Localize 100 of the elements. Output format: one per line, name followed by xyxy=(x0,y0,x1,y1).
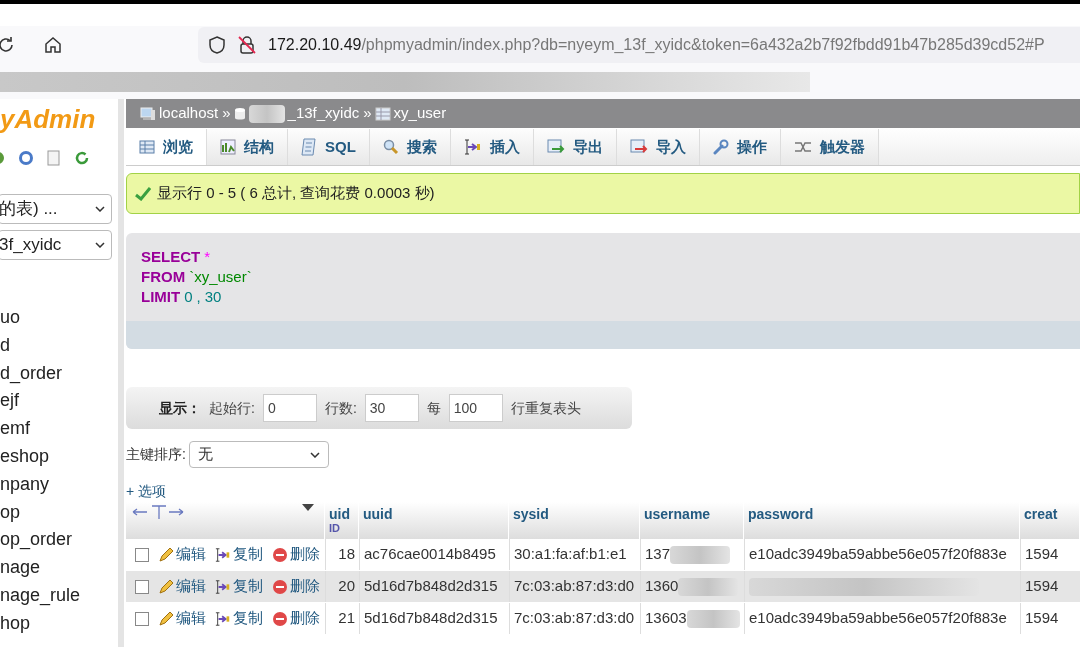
refresh-icon[interactable] xyxy=(74,150,90,166)
table-link[interactable]: emf xyxy=(0,414,30,442)
home-icon[interactable] xyxy=(44,36,62,54)
trigger-icon xyxy=(793,140,812,154)
row-action-link[interactable]: 删除 xyxy=(272,575,320,598)
sql-token: , xyxy=(196,287,201,307)
import-icon xyxy=(629,139,648,155)
options-link[interactable]: + 选项 xyxy=(126,481,167,502)
sql-token: 0 xyxy=(184,287,193,307)
table-link[interactable]: d xyxy=(0,330,10,359)
table-link[interactable]: eshop xyxy=(0,442,50,470)
table-cell-text: ac76cae0014b8495 xyxy=(364,544,496,565)
table-link[interactable]: nage_rule xyxy=(0,580,81,609)
tab[interactable]: 触发器 xyxy=(780,129,879,165)
pencil-icon xyxy=(158,578,174,595)
column-header[interactable]: password xyxy=(748,506,1015,522)
column-header[interactable]: sysid xyxy=(513,506,635,522)
sort-label: 主键排序: xyxy=(126,445,186,464)
dropdown[interactable]: 3f_xyidc xyxy=(0,230,112,260)
wrench-icon xyxy=(712,139,729,155)
table-link[interactable]: npany xyxy=(0,469,50,498)
table-link[interactable]: op_order xyxy=(0,525,73,554)
checkmark-icon xyxy=(135,186,151,201)
table-link[interactable]: d_order xyxy=(0,358,63,387)
column-header[interactable]: creat xyxy=(1024,506,1075,522)
table-cell-text: 13603 xyxy=(645,608,687,629)
dropdown-arrow-icon[interactable] xyxy=(302,504,314,512)
address-bar[interactable]: 172.20.10.49/phpmyadmin/index.php?db=nyeym_13f_xyidc&token=6a432a2b7f92fbdd91b47b285d39cd52#P xyxy=(198,27,1080,63)
column-header[interactable]: uid xyxy=(329,506,354,522)
row-action-link[interactable]: 复制 xyxy=(215,607,263,630)
field-label: 每 xyxy=(426,398,441,418)
row-action-link[interactable]: 复制 xyxy=(215,543,263,566)
chevron-icon xyxy=(95,242,105,248)
scroll-icon xyxy=(301,138,317,156)
dropdown[interactable]: 的表) ... xyxy=(0,194,112,224)
remove-icon xyxy=(272,578,288,595)
insert-icon xyxy=(215,610,231,627)
insert-icon xyxy=(463,139,482,155)
column-header[interactable]: username xyxy=(644,506,739,522)
sql-token: FROM xyxy=(141,267,186,287)
tab[interactable]: 操作 xyxy=(699,129,781,165)
table-link[interactable]: ejf xyxy=(0,386,19,415)
reload-icon[interactable] xyxy=(0,35,16,55)
url-text: 172.20.10.49/phpmyadmin/index.php?db=nyeym_13f_xyidc&token=6a432a2b7f92fbdd91b47b285d39cd52#P xyxy=(268,35,1045,55)
table-cell-text: e10adc3949ba59abbe56e057f20f883e xyxy=(749,544,1007,565)
row-action-link[interactable]: 编辑 xyxy=(158,607,206,630)
table-cell-text: 1594 xyxy=(1025,544,1059,565)
input-field[interactable]: 0 xyxy=(262,394,317,422)
tab[interactable]: 结构 xyxy=(207,129,288,165)
row-action-link[interactable]: 复制 xyxy=(215,575,263,598)
insert-icon xyxy=(215,578,231,595)
remove-icon xyxy=(272,546,288,563)
table-link[interactable]: hop xyxy=(0,608,31,637)
sql-token: SELECT xyxy=(141,247,201,267)
row-checkbox[interactable] xyxy=(135,547,149,562)
tab[interactable]: 插入 xyxy=(450,129,534,165)
server-icon xyxy=(140,106,156,121)
row-action-link[interactable]: 删除 xyxy=(272,543,320,566)
table-cell-text: 1594 xyxy=(1025,608,1059,629)
table-link[interactable]: op xyxy=(0,497,21,526)
table-cell-text: 7c:03:ab:87:d3:d0 xyxy=(514,576,635,597)
table-link[interactable]: nage xyxy=(0,553,41,581)
row-action-link[interactable]: 编辑 xyxy=(158,575,206,598)
column-arrows-icon[interactable] xyxy=(132,504,184,520)
success-message: 显示行 0 - 5 ( 6 总计, 查询花费 0.0003 秒) xyxy=(126,173,1080,214)
tab[interactable]: 浏览 xyxy=(126,129,207,165)
remove-icon xyxy=(272,610,288,627)
export-icon xyxy=(546,139,565,155)
tab[interactable]: 导入 xyxy=(616,129,700,165)
table-cell-text: 7c:03:ab:87:d3:d0 xyxy=(514,608,635,629)
help-icon[interactable] xyxy=(18,150,34,166)
table-link[interactable]: uo xyxy=(0,303,21,331)
tab[interactable]: SQL xyxy=(288,129,370,165)
table-cell-text: 30:a1:fa:af:b1:e1 xyxy=(514,544,627,565)
table-cell-text: 21 xyxy=(338,608,355,629)
input-field[interactable]: 100 xyxy=(448,394,503,422)
tab[interactable]: 导出 xyxy=(533,129,617,165)
row-checkbox[interactable] xyxy=(135,579,149,594)
table-cell-text: 5d16d7b848d2d315 xyxy=(364,576,498,597)
row-action-link[interactable]: 编辑 xyxy=(158,543,206,566)
separator: » xyxy=(363,103,372,124)
tab[interactable]: 搜索 xyxy=(369,129,451,165)
chart-icon xyxy=(220,139,236,155)
table-cell-text: 1360 xyxy=(645,576,679,597)
row-action-link[interactable]: 删除 xyxy=(272,607,320,630)
input-field[interactable]: 30 xyxy=(364,394,419,422)
table-cell-text: 20 xyxy=(338,576,355,597)
search-icon xyxy=(382,139,399,155)
database-icon xyxy=(233,106,246,121)
sql-token: `xy_user` xyxy=(189,267,252,287)
column-comment: ID xyxy=(329,522,341,534)
table-icon xyxy=(374,106,391,121)
shield-icon xyxy=(208,36,226,54)
field-label: 行重复表头 xyxy=(510,398,581,418)
row-checkbox[interactable] xyxy=(135,611,149,626)
pencil-icon xyxy=(158,610,174,627)
sort-dropdown[interactable]: 无 xyxy=(188,441,329,468)
column-header[interactable]: uuid xyxy=(363,506,504,522)
show-label: 显示： xyxy=(159,398,201,418)
table-cell-text: 5d16d7b848d2d315 xyxy=(364,608,498,629)
